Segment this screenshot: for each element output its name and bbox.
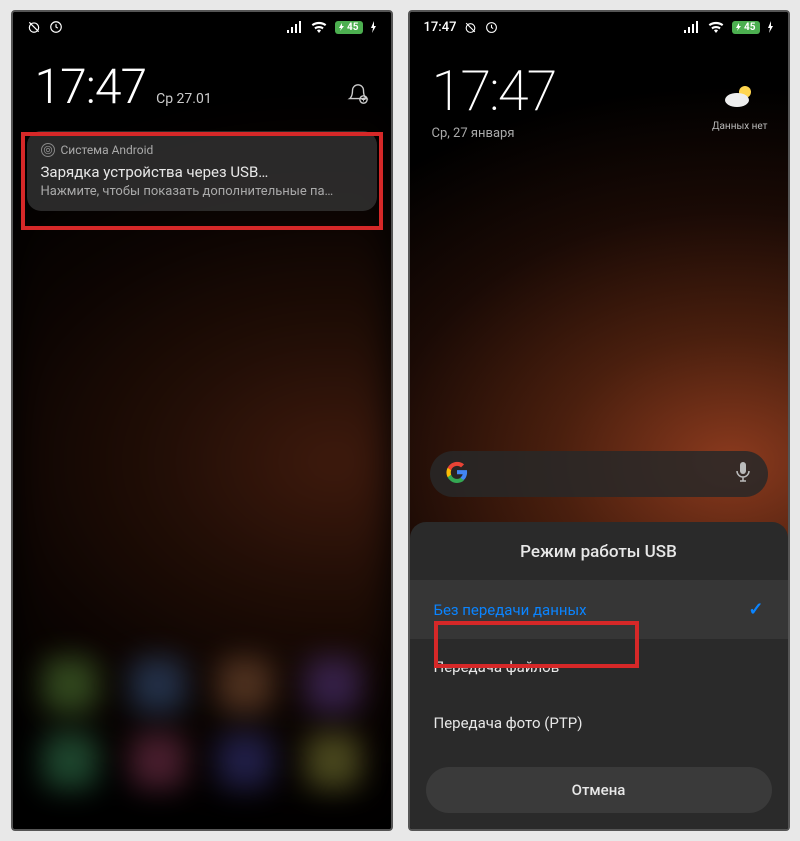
signal-icon [684, 21, 700, 33]
google-icon [446, 461, 468, 487]
clock-date: Ср 27.01 [156, 91, 212, 107]
cancel-button[interactable]: Отмена [426, 767, 772, 813]
wifi-icon [311, 21, 327, 33]
option-label: Передача фото (PTP) [434, 714, 583, 732]
check-icon: ✓ [748, 599, 763, 620]
status-bar: 45 [13, 12, 391, 40]
phone-right: 17:47 45 17:47 Ср, 27 ян [408, 10, 790, 831]
notification-app-name: Система Android [61, 143, 154, 157]
notification-settings-icon[interactable] [347, 83, 369, 109]
usb-option-ptp[interactable]: Передача фото (PTP) [410, 695, 788, 751]
google-search-bar[interactable] [430, 451, 768, 497]
charging-icon [371, 21, 377, 33]
signal-icon [287, 21, 303, 33]
notification-title: Зарядка устройства через USB… [41, 163, 363, 181]
dialog-title: Режим работы USB [410, 542, 788, 580]
clock-time: 17:47 [35, 58, 147, 115]
usb-mode-dialog: Режим работы USB Без передачи данных ✓ П… [410, 522, 788, 829]
usb-option-no-data[interactable]: Без передачи данных ✓ [410, 580, 788, 639]
usb-option-file-transfer[interactable]: Передача файлов [410, 639, 788, 695]
android-system-icon [41, 143, 55, 157]
alarm-off-icon [27, 20, 41, 34]
battery-indicator: 45 [732, 21, 759, 34]
option-label: Без передачи данных [434, 601, 587, 619]
clock-icon [485, 21, 498, 34]
battery-indicator: 45 [335, 21, 362, 34]
battery-percent: 45 [744, 22, 755, 33]
battery-percent: 45 [347, 22, 358, 33]
mic-icon[interactable] [734, 461, 752, 487]
lockscreen-clock: 17:47 Ср 27.01 [13, 40, 391, 125]
notification-body: Нажмите, чтобы показать дополнительные п… [41, 184, 363, 199]
cancel-label: Отмена [572, 781, 626, 799]
clock-icon [49, 20, 63, 34]
usb-notification[interactable]: Система Android Зарядка устройства через… [27, 131, 377, 211]
weather-text: Данных нет [712, 121, 768, 132]
blurred-app-dock [13, 599, 391, 799]
wifi-icon [708, 21, 724, 33]
weather-widget[interactable]: Данных нет [712, 82, 768, 132]
alarm-off-icon [464, 21, 477, 34]
charging-icon [768, 21, 774, 33]
weather-icon [712, 82, 768, 117]
option-label: Передача файлов [434, 658, 560, 676]
phone-left: 45 17:47 Ср 27.01 Система Android Зарядк… [11, 10, 393, 831]
status-time: 17:47 [424, 20, 457, 35]
status-bar: 17:47 45 [410, 12, 788, 40]
